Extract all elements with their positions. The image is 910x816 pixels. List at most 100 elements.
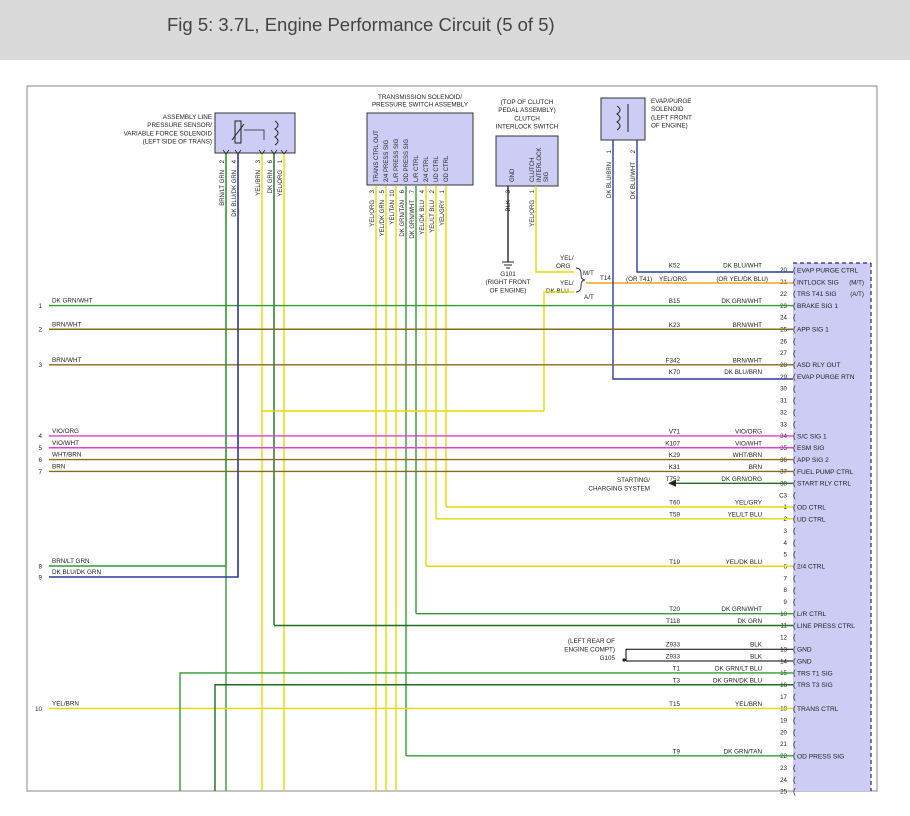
left-ref-number: 10 (35, 706, 43, 713)
clutch-wire-color: YEL/ORG (530, 200, 536, 227)
pcm-pin-bracket: ( (793, 266, 796, 275)
clutch-pin-number: 3 (506, 189, 512, 193)
at-label: A/T (584, 294, 594, 301)
g101-label: (RIGHT FRONT (485, 279, 530, 286)
clutch-pin-label: GND (510, 168, 516, 182)
trans-pin-number: 7 (410, 189, 416, 193)
circuit-wire-color: YEL/GRY (735, 500, 763, 507)
pcm-pin-number: 22 (780, 291, 787, 298)
clutch-switch-title: PEDAL ASSEMBLY) (498, 107, 555, 114)
pcm-pin-number: 30 (780, 386, 787, 393)
g105-label: (LEFT REAR OF (568, 638, 615, 645)
evap-solenoid-title: SOLENOID (651, 106, 684, 113)
pcm-pin-mode: (A/T) (850, 291, 864, 298)
pcm-pin-bracket: ( (793, 669, 796, 678)
trans-wire-color: YEL/LT BLU (430, 200, 436, 233)
pcm-pin-bracket: ( (793, 704, 796, 713)
pcm-pin-bracket: ( (793, 562, 796, 571)
or-color-label: (OR YEL/DK BLU) (716, 276, 768, 283)
mt-wire-color: YEL/ (560, 255, 574, 262)
circuit-number: B15 (669, 298, 681, 305)
trans-pin-label: 2/4 CTRL (424, 156, 430, 182)
pcm-pin-bracket: ( (793, 692, 796, 701)
pcm-pin-bracket: ( (793, 420, 796, 429)
left-ref-number: 2 (38, 327, 42, 334)
pcm-pin-number: 24 (780, 315, 787, 322)
pcm-pin-bracket: ( (793, 775, 796, 784)
mt-label: M/T (583, 270, 594, 277)
pcm-pin-bracket: ( (793, 621, 796, 630)
circuit-number: K107 (665, 440, 680, 447)
pcm-pin-bracket: ( (793, 787, 796, 796)
pcm-pin-number: 38 (780, 481, 787, 488)
mt-wire-color: ORG (556, 263, 570, 270)
assembly-pin-number: 1 (278, 159, 284, 163)
trans-pin-number: 2 (430, 189, 436, 193)
evap-solenoid-box (600, 97, 646, 141)
clutch-pin-label: INTERLOCK (537, 148, 543, 182)
pcm-pin-bracket: ( (793, 515, 796, 524)
left-wire-color: BRN/WHT (52, 357, 82, 364)
assembly-line-title: PRESSURE SENSOR/ (147, 122, 212, 129)
trans-pin-number: 5 (380, 189, 386, 193)
clutch-switch-title: INTERLOCK SWITCH (496, 124, 559, 131)
pcm-pin-number: 23 (780, 303, 787, 310)
pcm-pin-number: 7 (784, 575, 788, 582)
circuit-wire-color: YEL/BRN (735, 701, 762, 708)
trans-pin-label: OD CTRL (444, 155, 450, 182)
pcm-pin-number: 8 (784, 587, 788, 594)
circuit-wire-color: DK GRN/TAN (724, 748, 763, 755)
circuit-t14: T14 (600, 275, 611, 282)
pcm-pin-bracket: ( (793, 325, 796, 334)
clutch-switch-title: CLUTCH (514, 115, 540, 122)
circuit-number: K23 (669, 322, 681, 329)
wire-ref-9 (49, 154, 239, 578)
left-wire-color: BRN/WHT (52, 321, 82, 328)
trans-pin-number: 1 (440, 189, 446, 193)
assembly-pin-number: 2 (220, 159, 226, 163)
pcm-pin-label: TRS T3 SIG (797, 682, 833, 689)
pcm-pin-number: 20 (780, 267, 787, 274)
wire-at-select (543, 291, 574, 411)
circuit-number: V71 (669, 428, 681, 435)
trans-pin-label: 2/4 PRESS SIG (384, 139, 390, 182)
pcm-pin-bracket: ( (793, 278, 796, 287)
pcm-pin-bracket: ( (793, 467, 796, 476)
assembly-line-sensor-box (214, 112, 296, 154)
evap-solenoid-title: OF ENGINE) (651, 123, 688, 130)
ground-symbol-g101 (502, 261, 514, 269)
circuit-wire-color: DK GRN/LT BLU (715, 665, 762, 672)
left-ref-number: 5 (38, 445, 42, 452)
circuit-wire-color: WHT/BRN (733, 452, 763, 459)
pcm-pin-number: 3 (784, 528, 788, 535)
pcm-pin-number: 35 (780, 445, 787, 452)
evap-solenoid-title: (LEFT FRONT (651, 114, 692, 121)
left-wire-color: VIO/ORG (52, 428, 79, 435)
assembly-pin-number: 4 (232, 159, 238, 163)
pcm-pin-label: GND (797, 647, 812, 654)
assembly-line-title: VARIABLE FORCE SOLENOID (124, 130, 213, 137)
trans-pin-number: 3 (370, 189, 376, 193)
pcm-pin-label: START RLY CTRL (797, 481, 851, 488)
trans-wire-color: YEL/DK BLU (420, 200, 426, 235)
circuit-wire-color: DK GRN (738, 618, 763, 625)
pcm-pin-bracket: ( (793, 313, 796, 322)
trans-pin-number: 4 (420, 189, 426, 193)
pcm-pin-label: ASD RLY OUT (797, 362, 840, 369)
pcm-pin-label: OD CTRL (797, 504, 826, 511)
pcm-pin-number: 9 (784, 599, 788, 606)
evap-pin-number: 2 (631, 149, 637, 153)
pcm-pin-label: 2/4 CTRL (797, 564, 826, 571)
circuit-wire-color: BRN/WHT (733, 322, 763, 329)
trans-pin-number: 10 (390, 189, 396, 196)
circuit-wire-color: YEL/LT BLU (728, 511, 763, 518)
pcm-pin-label: TRS T1 SIG (797, 670, 833, 677)
pcm-pin-number: 24 (780, 777, 787, 784)
circuit-number: K29 (669, 452, 681, 459)
circuit-wire-color: DK GRN/WHT (721, 606, 762, 613)
pcm-pin-number: 31 (780, 398, 787, 405)
t14-color: YEL/ORG (659, 276, 687, 283)
trans-solenoid-box (366, 112, 474, 186)
circuit-number: T9 (673, 748, 681, 755)
assembly-line-title: (LEFT SIDE OF TRANS) (143, 139, 212, 146)
